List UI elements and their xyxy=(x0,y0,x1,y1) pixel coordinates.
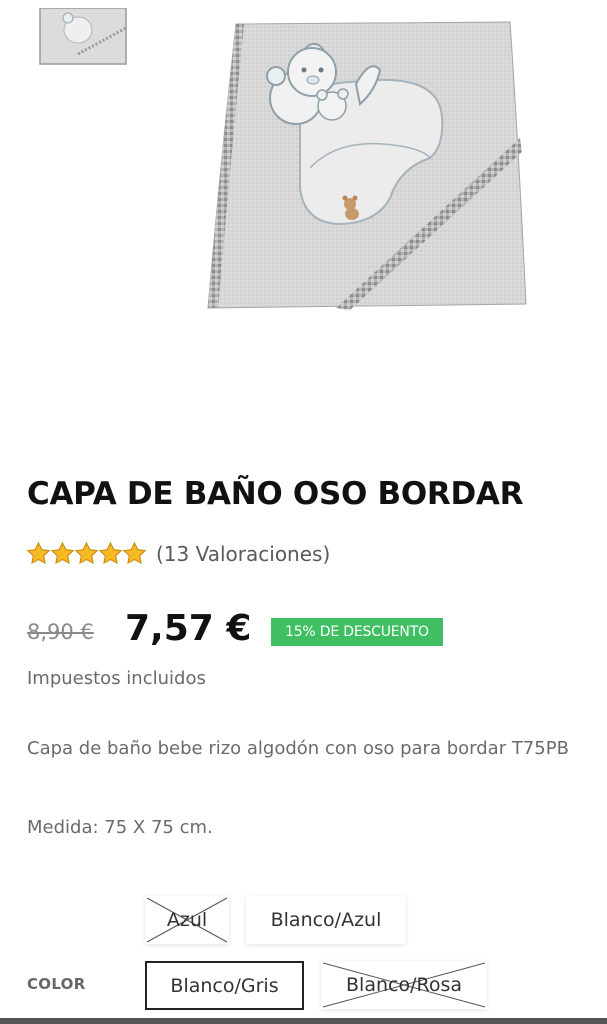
color-label: COLOR xyxy=(27,975,86,993)
color-option-label: Blanco/Gris xyxy=(170,974,279,997)
product-main-image[interactable] xyxy=(200,18,530,314)
discount-badge: 15% DE DESCUENTO xyxy=(271,618,443,646)
price-block: 8,90 € 7,57 € 15% DE DESCUENTO xyxy=(27,606,587,656)
color-option-label: Blanco/Azul xyxy=(270,909,382,931)
color-option-label: Blanco/Rosa xyxy=(346,974,462,996)
star-icon xyxy=(50,541,75,565)
product-thumbnail[interactable] xyxy=(38,7,128,66)
rating-stars xyxy=(26,541,147,566)
tax-note: Impuestos incluidos xyxy=(27,668,206,689)
product-rating: (13 Valoraciones) xyxy=(26,541,330,566)
star-icon xyxy=(98,541,123,565)
product-measure: Medida: 75 X 75 cm. xyxy=(27,817,213,838)
star-icon xyxy=(26,541,51,565)
product-title: CAPA DE BAÑO OSO BORDAR xyxy=(27,476,524,512)
bottom-bar xyxy=(0,1018,607,1024)
towel-thumbnail-image xyxy=(39,7,127,65)
product-description: Capa de baño bebe rizo algodón con oso p… xyxy=(27,738,569,759)
current-price: 7,57 € xyxy=(125,608,252,649)
color-option-blanco-rosa[interactable]: Blanco/Rosa xyxy=(321,961,487,1009)
color-option-blanco-azul[interactable]: Blanco/Azul xyxy=(246,896,406,944)
star-icon xyxy=(74,541,99,565)
color-option-label: Azul xyxy=(166,909,208,931)
hooded-towel-image xyxy=(207,21,527,310)
old-price: 8,90 € xyxy=(27,620,94,644)
reviews-count-link[interactable]: (13 Valoraciones) xyxy=(156,542,330,566)
star-icon xyxy=(122,541,147,565)
color-option-blanco-gris[interactable]: Blanco/Gris xyxy=(145,961,304,1010)
color-option-azul[interactable]: Azul xyxy=(145,896,229,944)
